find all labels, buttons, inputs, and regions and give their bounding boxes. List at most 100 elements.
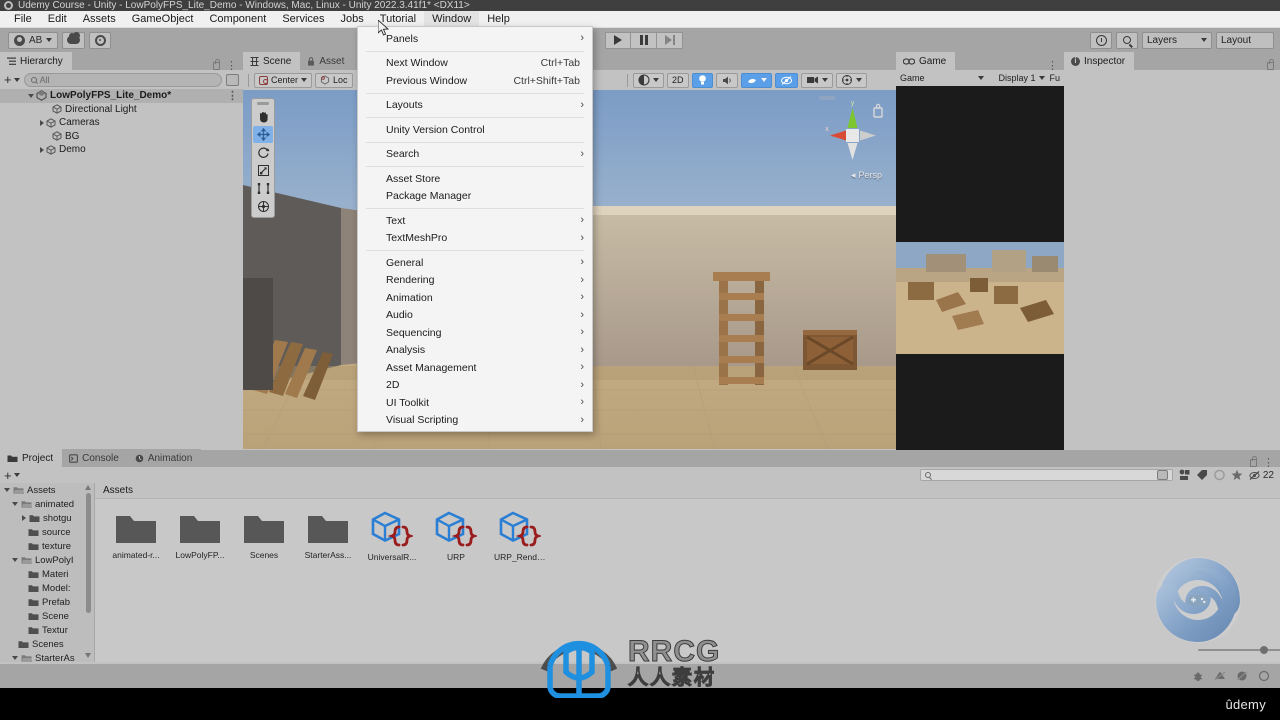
chevron-right-icon[interactable] (40, 146, 44, 153)
tab-inspector[interactable]: Inspector (1064, 52, 1135, 70)
menu-services[interactable]: Services (274, 11, 332, 27)
chevron-down-icon[interactable] (12, 502, 18, 506)
menu-item-asset-management[interactable]: Asset Management › (358, 359, 592, 377)
rotation-mode-button[interactable]: Loc (315, 72, 353, 88)
game-scale-label[interactable]: Fu (1049, 73, 1060, 83)
tree-item-prefabs[interactable]: Prefab (0, 595, 94, 609)
audio-toggle-button[interactable] (715, 72, 738, 88)
menu-item-package-manager[interactable]: Package Manager (358, 188, 592, 206)
hierarchy-view-options-icon[interactable] (226, 73, 239, 86)
menu-item-audio[interactable]: Audio › (358, 307, 592, 325)
rotate-tool[interactable] (253, 144, 273, 161)
save-search-icon[interactable] (1156, 470, 1168, 480)
hierarchy-search-input[interactable]: All (23, 72, 222, 87)
scroll-up-arrow-icon[interactable] (85, 485, 91, 490)
tab-asset-store[interactable]: Asset (300, 52, 354, 70)
pause-button[interactable] (631, 31, 657, 49)
tab-hierarchy[interactable]: Hierarchy (0, 52, 72, 70)
menu-jobs[interactable]: Jobs (333, 11, 372, 27)
menu-item-animation[interactable]: Animation › (358, 289, 592, 307)
chevron-down-icon[interactable] (4, 488, 10, 492)
tab-scene[interactable]: Scene (243, 52, 301, 70)
hidden-packages-badge[interactable]: 22 (1248, 470, 1274, 481)
create-asset-button[interactable]: + (4, 468, 20, 483)
undo-history-button[interactable] (1090, 31, 1112, 49)
asset-item-starterassets[interactable]: StarterAss... (303, 511, 353, 562)
asset-item-urp[interactable]: URP (431, 511, 481, 562)
menu-item-visual-scripting[interactable]: Visual Scripting › (358, 412, 592, 430)
game-display-dropdown[interactable]: Display 1 (998, 73, 1035, 83)
asset-item-animated[interactable]: animated-r... (111, 511, 161, 562)
menu-file[interactable]: File (6, 11, 40, 27)
step-button[interactable] (657, 31, 683, 49)
layers-dropdown[interactable]: Layers (1142, 31, 1212, 49)
tree-item-materials[interactable]: Materi (0, 567, 94, 581)
lock-icon[interactable] (1250, 456, 1257, 467)
menu-item-2d[interactable]: 2D › (358, 377, 592, 395)
scene-orientation-gizmo[interactable]: y x (816, 94, 888, 180)
menu-gameobject[interactable]: GameObject (124, 11, 202, 27)
tree-item-scenes[interactable]: Scenes (0, 637, 94, 651)
kebab-menu-icon[interactable]: ⋮ (227, 90, 238, 101)
kebab-menu-icon[interactable]: ⋮ (226, 61, 237, 72)
asset-item-universalrp[interactable]: UniversalR... (367, 511, 417, 562)
menu-window[interactable]: Window (424, 11, 480, 27)
hierarchy-item-directional-light[interactable]: Directional Light (0, 103, 243, 117)
tree-item-lowpoly[interactable]: LowPolyI (0, 553, 94, 567)
2d-toggle-button[interactable]: 2D (667, 72, 689, 88)
tree-item-texture[interactable]: texture (0, 539, 94, 553)
asset-item-urp-renderer[interactable]: URP_Rende... (494, 511, 546, 562)
hand-tool[interactable] (253, 108, 273, 125)
asset-item-scenes[interactable]: Scenes (239, 511, 289, 562)
menu-item-next-window[interactable]: Next Window Ctrl+Tab (358, 55, 592, 73)
layout-dropdown[interactable]: Layout (1216, 31, 1274, 49)
menu-item-unity-version-control[interactable]: Unity Version Control (358, 121, 592, 139)
transform-tool[interactable] (253, 198, 273, 215)
kebab-menu-icon[interactable]: ⋮ (1047, 61, 1058, 72)
lock-icon[interactable] (1267, 59, 1274, 70)
lighting-toggle-button[interactable] (691, 72, 713, 88)
tab-project[interactable]: Project (0, 449, 63, 467)
menu-item-text[interactable]: Text › (358, 212, 592, 230)
menu-edit[interactable]: Edit (40, 11, 75, 27)
menu-item-textmeshpro[interactable]: TextMeshPro › (358, 230, 592, 248)
menu-component[interactable]: Component (201, 11, 274, 27)
project-tree-scrollbar[interactable] (85, 485, 92, 660)
hierarchy-item-demo[interactable]: Demo (0, 143, 243, 157)
tree-item-textures[interactable]: Textur (0, 623, 94, 637)
menu-item-panels[interactable]: Panels › (358, 30, 592, 48)
tree-item-animated[interactable]: animated (0, 497, 94, 511)
menu-assets[interactable]: Assets (75, 11, 124, 27)
menu-item-layouts[interactable]: Layouts › (358, 97, 592, 115)
move-tool[interactable] (253, 126, 273, 143)
account-button[interactable]: AB (8, 31, 59, 49)
tree-item-assets[interactable]: Assets (0, 483, 94, 497)
cloud-button[interactable] (62, 31, 86, 49)
filter-by-type-icon[interactable] (1178, 469, 1191, 481)
gizmos-toggle-button[interactable] (835, 72, 867, 88)
perspective-label[interactable]: ▸ Persp (851, 170, 882, 181)
hierarchy-item-cameras[interactable]: Cameras (0, 116, 243, 130)
draw-mode-dropdown[interactable] (633, 72, 664, 88)
menu-item-sequencing[interactable]: Sequencing › (358, 324, 592, 342)
pivot-mode-button[interactable]: Center (254, 72, 313, 88)
more-icon[interactable] (1258, 670, 1270, 682)
menu-item-previous-window[interactable]: Previous Window Ctrl+Shift+Tab (358, 72, 592, 90)
scene-camera-button[interactable] (800, 72, 833, 88)
services-settings-button[interactable] (89, 31, 112, 49)
game-aspect-dropdown[interactable]: Game (900, 73, 925, 83)
scale-tool[interactable] (253, 162, 273, 179)
menu-item-asset-store[interactable]: Asset Store (358, 170, 592, 188)
chevron-down-icon[interactable] (12, 558, 18, 562)
hidden-objects-toggle-button[interactable] (774, 72, 798, 88)
tree-item-models[interactable]: Model: (0, 581, 94, 595)
chevron-down-icon[interactable] (28, 93, 34, 98)
scrollbar-thumb[interactable] (86, 493, 91, 613)
kebab-menu-icon[interactable]: ⋮ (1263, 458, 1274, 469)
effects-toggle-button[interactable] (740, 72, 772, 88)
tab-animation[interactable]: Animation (127, 449, 202, 467)
slider-knob[interactable] (1260, 646, 1268, 654)
menu-help[interactable]: Help (479, 11, 518, 27)
chevron-right-icon[interactable] (40, 119, 44, 126)
add-gameobject-button[interactable]: + (4, 72, 20, 87)
